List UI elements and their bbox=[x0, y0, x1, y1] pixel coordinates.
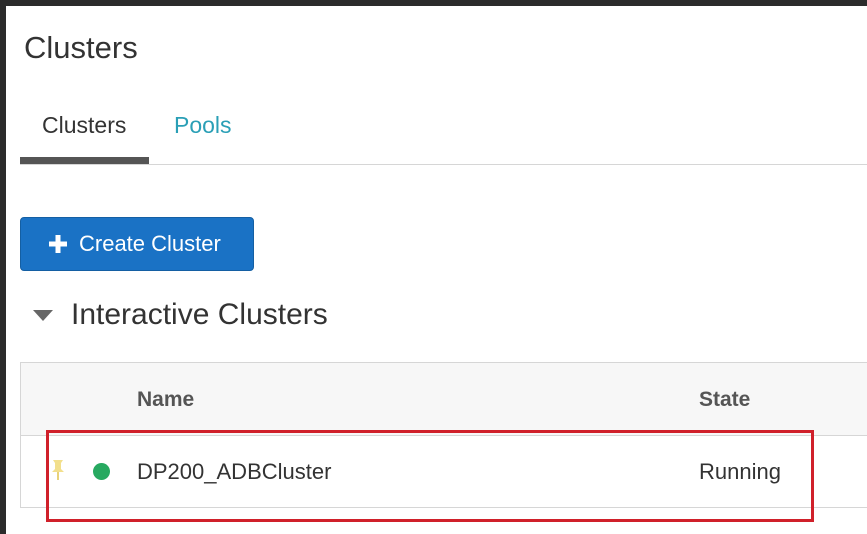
cluster-state: Running bbox=[699, 459, 781, 484]
chevron-down-icon[interactable] bbox=[33, 308, 53, 322]
table-header: Name State bbox=[21, 363, 867, 436]
column-header-state[interactable]: State bbox=[699, 388, 750, 412]
section-title: Interactive Clusters bbox=[71, 298, 328, 331]
tab-pools[interactable]: Pools bbox=[174, 112, 232, 139]
tab-bar: Clusters Pools bbox=[20, 100, 867, 165]
table-row: DP200_ADBCluster Running bbox=[21, 435, 867, 508]
status-running-icon bbox=[93, 463, 110, 480]
window-left-border bbox=[0, 0, 6, 534]
tab-clusters[interactable]: Clusters bbox=[42, 112, 126, 139]
plus-icon bbox=[49, 235, 67, 253]
pin-icon[interactable] bbox=[51, 460, 65, 480]
cluster-name-link[interactable]: DP200_ADBCluster bbox=[137, 459, 331, 485]
create-cluster-button[interactable]: Create Cluster bbox=[20, 217, 254, 271]
window-top-border bbox=[0, 0, 867, 6]
clusters-table: Name State DP200_ADBCluster Running bbox=[20, 362, 867, 508]
page-title: Clusters bbox=[24, 30, 138, 65]
active-tab-indicator bbox=[20, 157, 149, 164]
column-header-name[interactable]: Name bbox=[137, 388, 194, 412]
interactive-clusters-header[interactable]: Interactive Clusters bbox=[33, 298, 328, 332]
create-cluster-label: Create Cluster bbox=[79, 231, 221, 256]
